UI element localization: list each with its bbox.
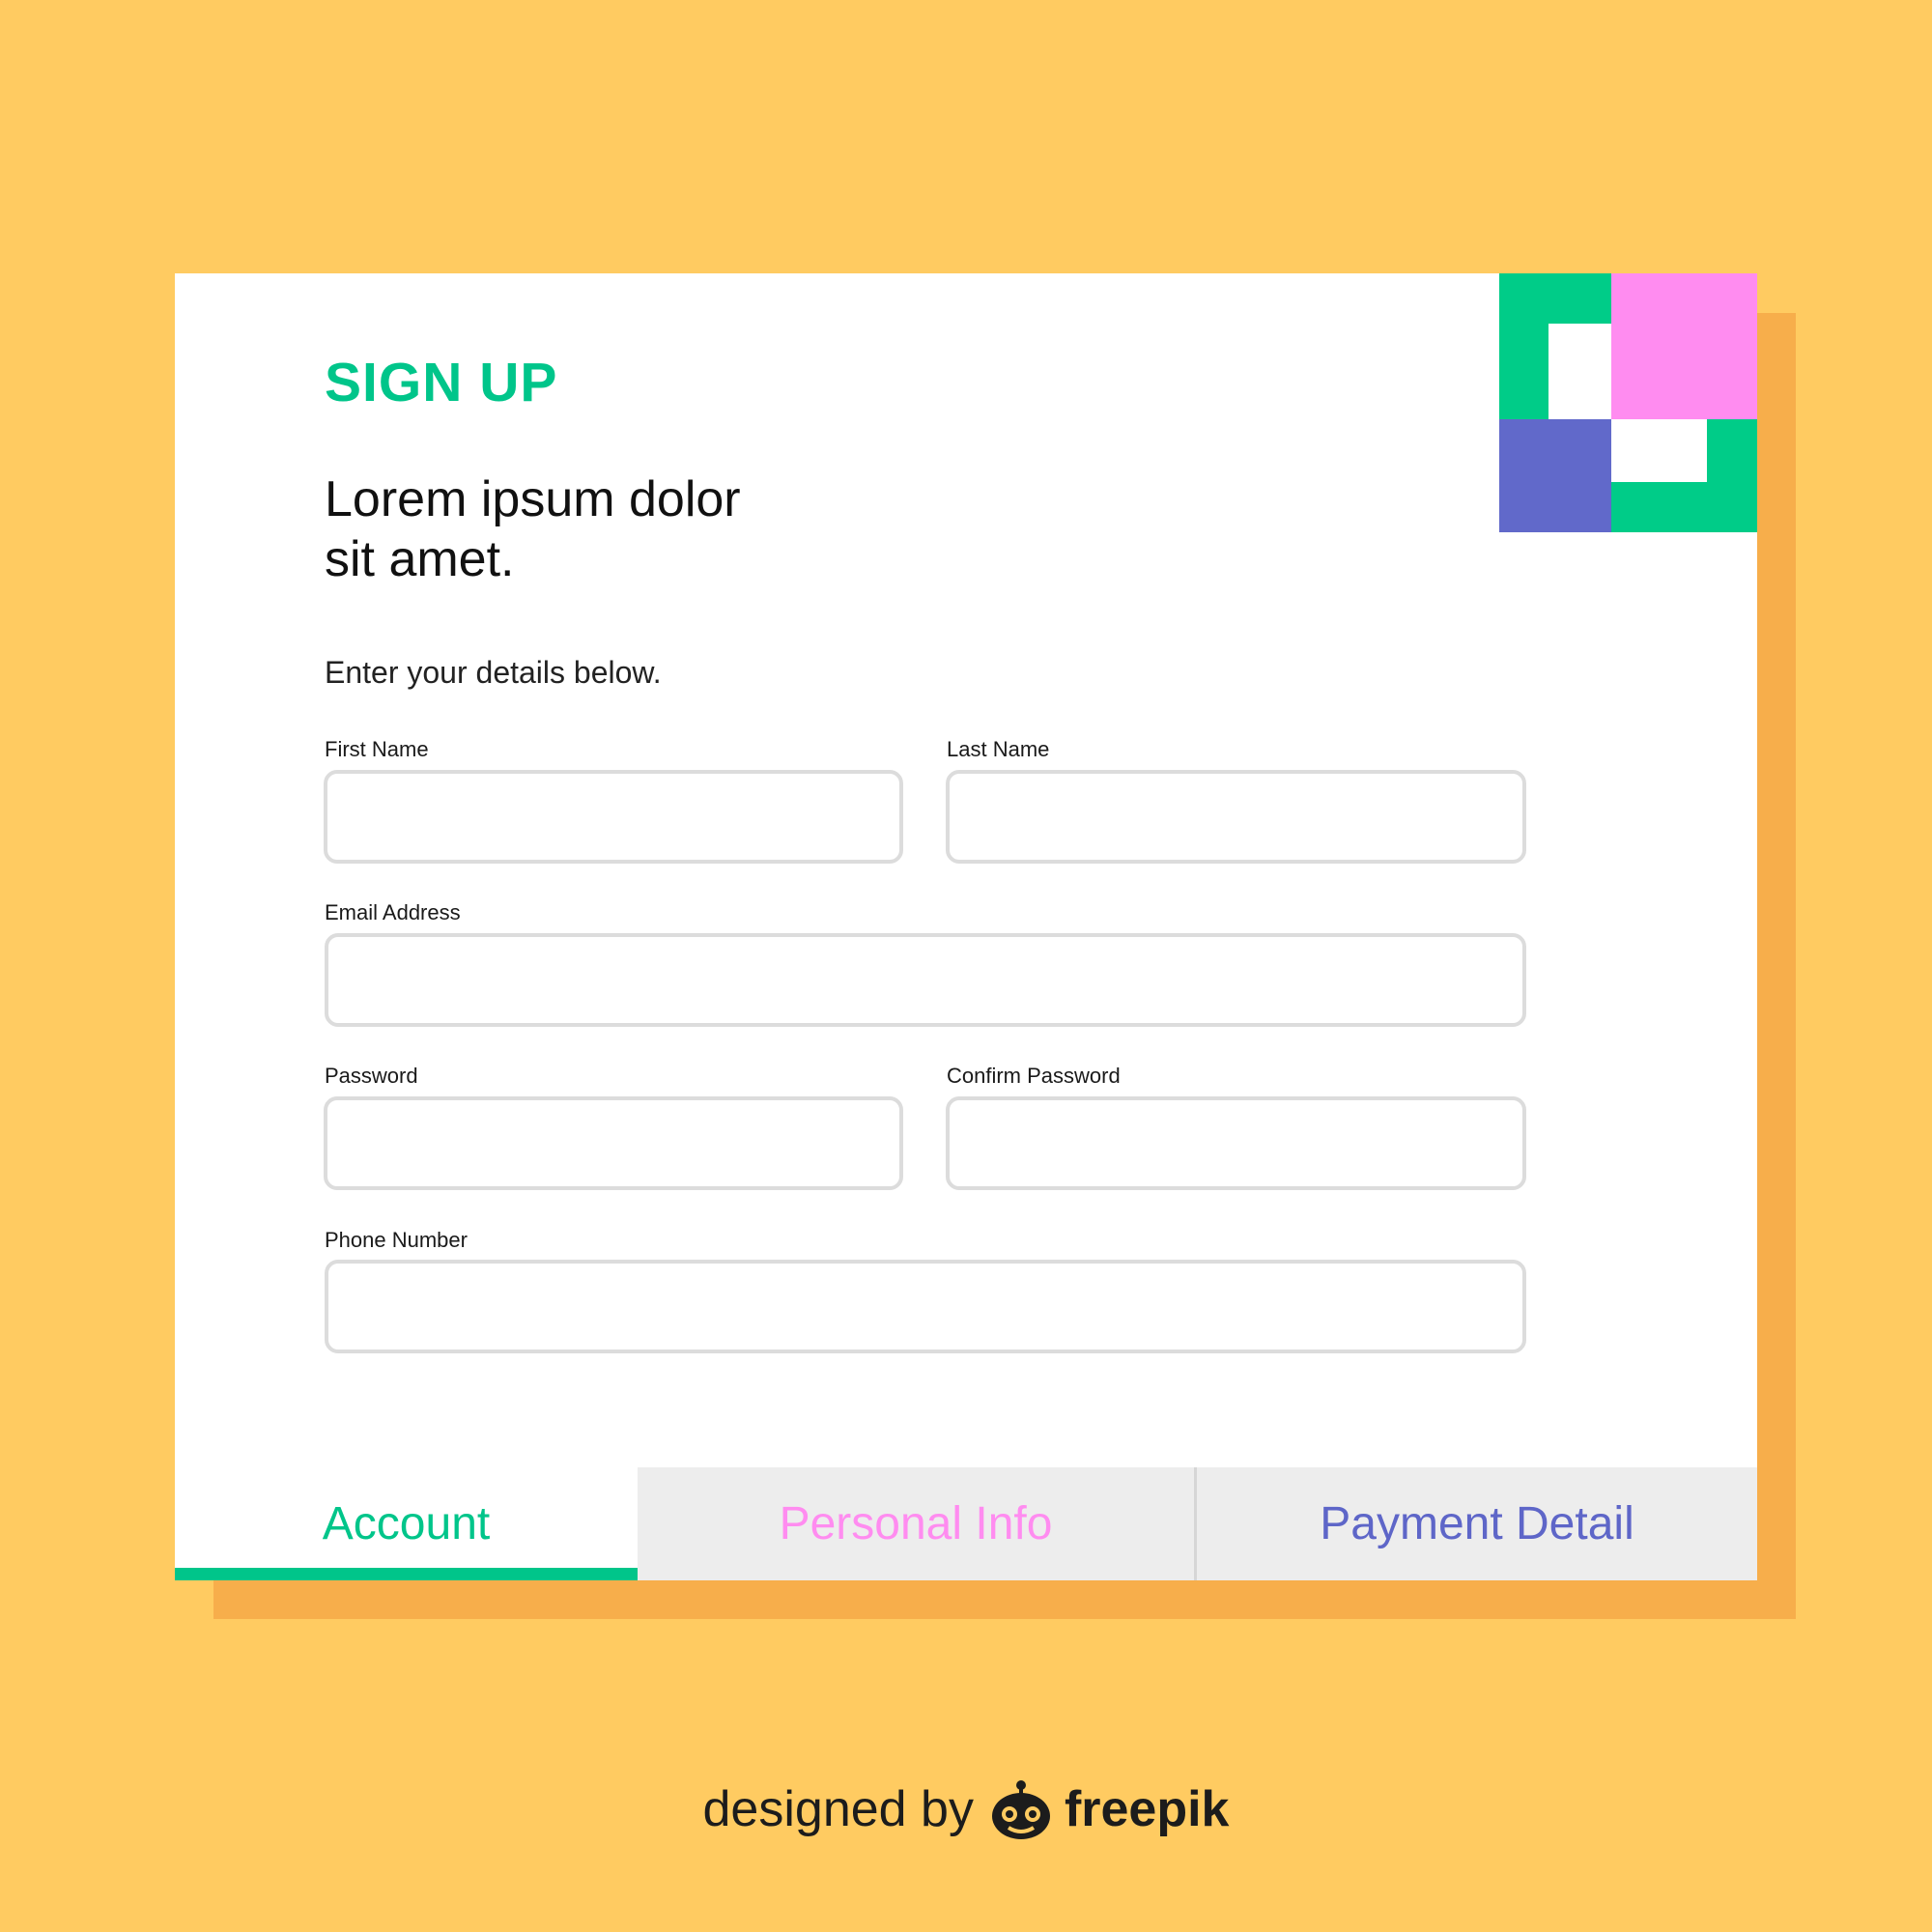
credit-line: designed by freepik xyxy=(0,1776,1932,1843)
phone-field[interactable] xyxy=(325,1260,1526,1353)
password-label: Password xyxy=(325,1064,418,1088)
freepik-logo-icon xyxy=(987,1776,1055,1843)
tab-personal-info[interactable]: Personal Info xyxy=(638,1467,1197,1580)
decoration-purple-block xyxy=(1499,419,1611,532)
decoration-white-block xyxy=(1611,419,1707,482)
first-name-field[interactable] xyxy=(324,770,903,864)
decoration-white-block xyxy=(1548,324,1611,419)
form-subtitle: Enter your details below. xyxy=(325,655,662,690)
confirm-password-label: Confirm Password xyxy=(947,1064,1121,1088)
tab-account[interactable]: Account xyxy=(175,1467,638,1580)
password-field[interactable] xyxy=(324,1096,903,1190)
page-title: SIGN UP xyxy=(325,352,558,413)
last-name-label: Last Name xyxy=(947,737,1050,761)
confirm-password-field[interactable] xyxy=(946,1096,1526,1190)
decoration-pink-block xyxy=(1611,273,1757,419)
form-heading: Lorem ipsum dolor sit amet. xyxy=(325,469,904,589)
freepik-brand: freepik xyxy=(1064,1781,1230,1837)
phone-label: Phone Number xyxy=(325,1228,468,1252)
first-name-label: First Name xyxy=(325,737,429,761)
email-label: Email Address xyxy=(325,900,461,924)
tab-payment-detail[interactable]: Payment Detail xyxy=(1197,1467,1757,1580)
email-field[interactable] xyxy=(325,933,1526,1027)
active-tab-indicator xyxy=(175,1568,638,1580)
last-name-field[interactable] xyxy=(946,770,1526,864)
form-heading-line: Lorem ipsum dolor xyxy=(325,471,741,527)
credit-prefix: designed by xyxy=(702,1781,974,1837)
form-heading-line: sit amet. xyxy=(325,531,515,587)
